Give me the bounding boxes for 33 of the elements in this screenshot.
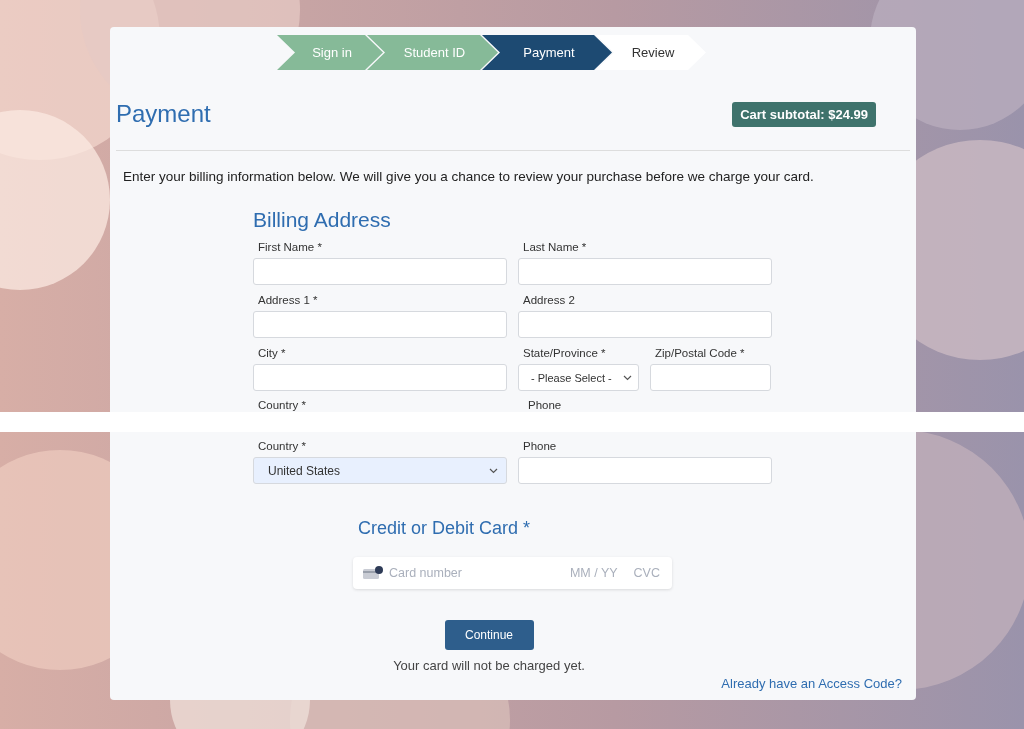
field-label: Address 1 *: [257, 293, 319, 307]
input-field[interactable]: [518, 258, 772, 285]
field-label: State/Province *: [522, 346, 607, 360]
input-field[interactable]: [518, 457, 772, 484]
field-label: Country *: [257, 399, 307, 411]
intro-text: Enter your billing information below. We will give you a chance to review your purchase before we charge your card.: [123, 169, 815, 184]
field-label: Phone: [527, 399, 563, 411]
field-label: First Name *: [257, 240, 323, 254]
access-code-link[interactable]: Already have an Access Code?: [721, 676, 902, 691]
field-label: Last Name *: [522, 240, 588, 254]
field-label: City *: [257, 346, 287, 360]
field-label: Zip/Postal Code *: [654, 346, 746, 360]
progress-step[interactable]: Payment: [482, 35, 612, 70]
credit-card-icon: [363, 566, 383, 580]
progress-step[interactable]: Review: [596, 35, 706, 70]
input-field[interactable]: [650, 364, 771, 391]
field-label: Phone: [522, 439, 558, 453]
input-field[interactable]: [253, 258, 507, 285]
page-title: Payment: [116, 100, 211, 128]
chevron-icon: [623, 374, 632, 381]
section-title: Credit or Debit Card *: [358, 518, 532, 539]
select-field[interactable]: - Please Select -: [518, 364, 639, 391]
continue-button[interactable]: Continue: [444, 620, 534, 650]
input-field[interactable]: [253, 311, 507, 338]
field-label: Country *: [257, 439, 307, 453]
chevron-icon: [489, 467, 498, 474]
cart-subtotal: Cart subtotal: $24.99: [732, 101, 876, 127]
note-text: Your card will not be charged yet.: [393, 658, 585, 673]
select-field[interactable]: United States: [253, 457, 507, 484]
input-field[interactable]: [253, 364, 507, 391]
field-label: Address 2: [522, 293, 576, 307]
section-title: Billing Address: [253, 208, 392, 232]
input-field[interactable]: [518, 311, 772, 338]
